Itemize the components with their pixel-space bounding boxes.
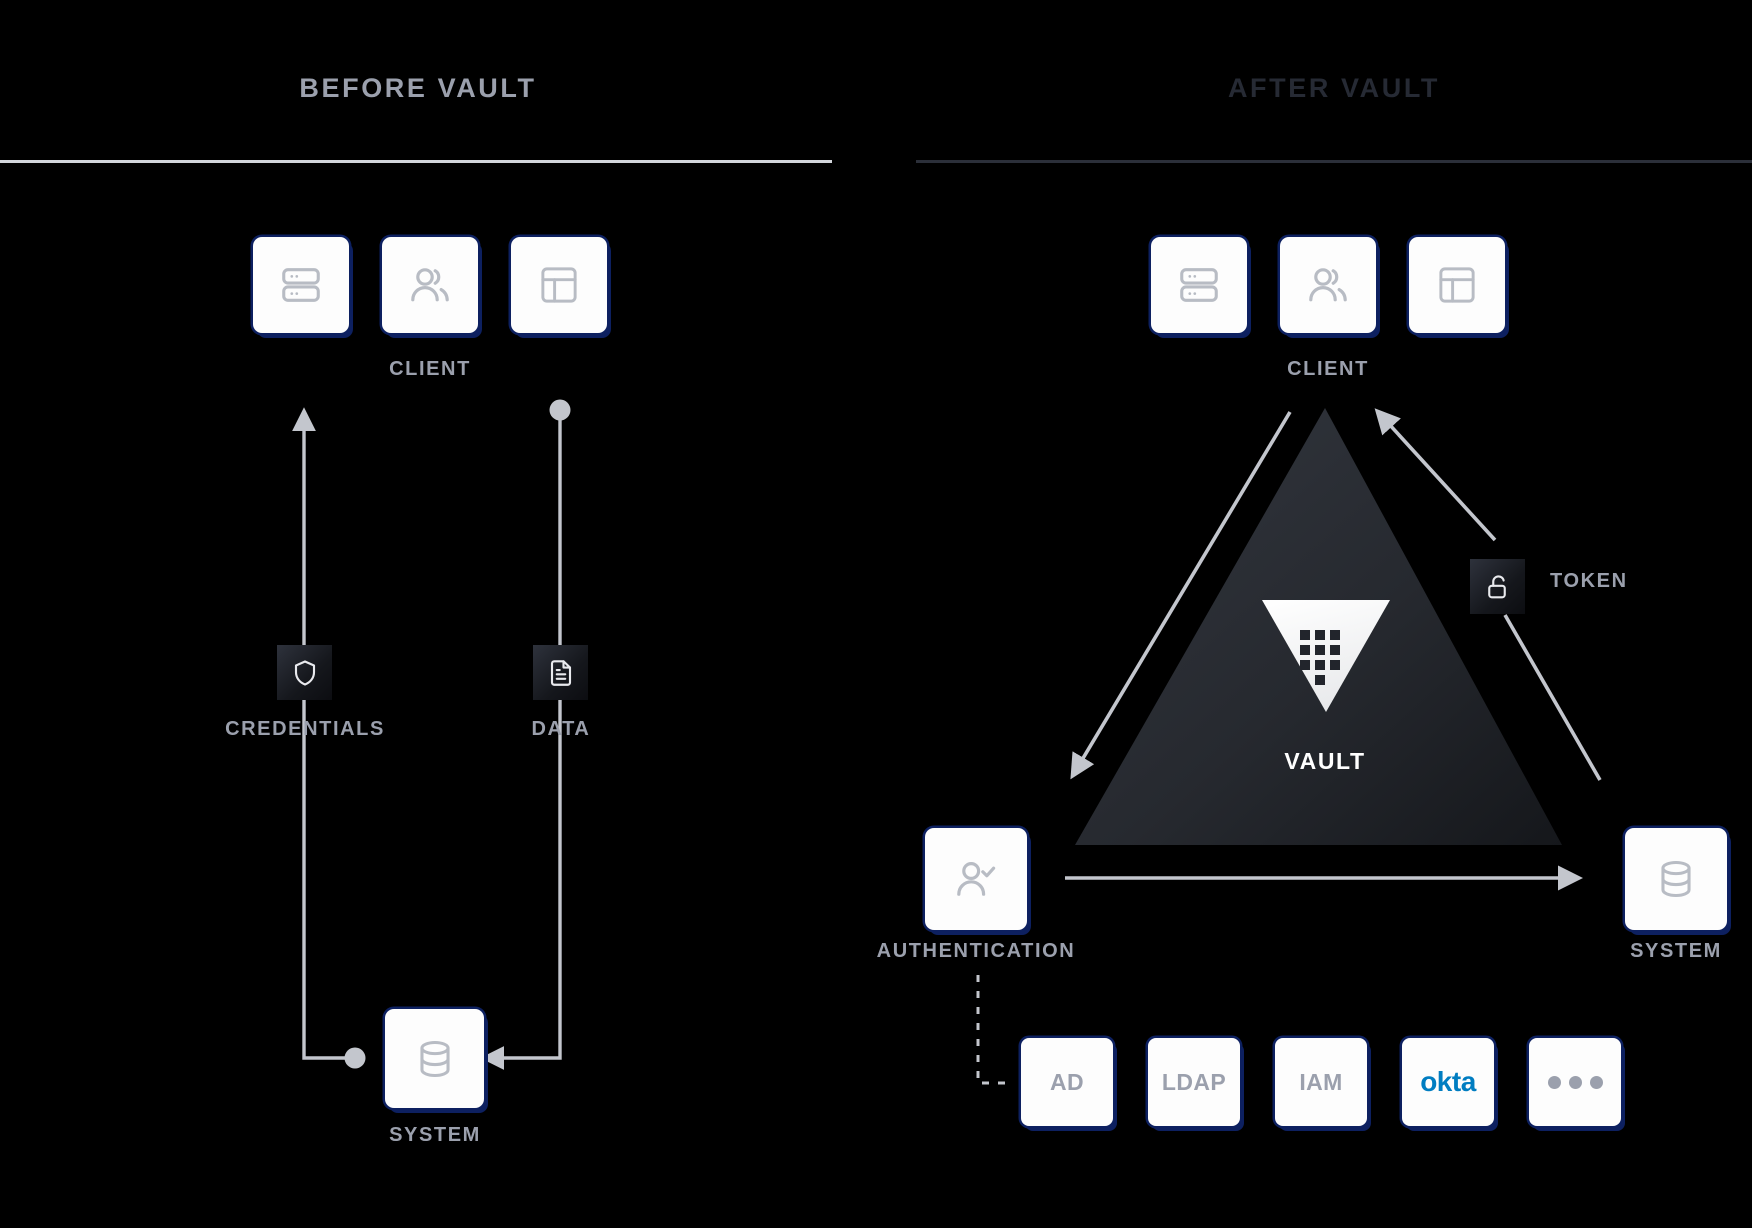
ellipsis-icon	[1547, 1075, 1603, 1089]
provider-label: IAM	[1299, 1068, 1343, 1095]
provider-chip-okta[interactable]: okta	[1402, 1038, 1494, 1126]
before-client-card-server[interactable]	[253, 237, 349, 333]
dashboard-layout-icon	[541, 267, 577, 303]
okta-logo: okta	[1420, 1066, 1476, 1097]
before-client-card-dashboard[interactable]	[511, 237, 607, 333]
server-stack-icon	[1180, 268, 1218, 302]
provider-chip-iam[interactable]: IAM	[1275, 1038, 1367, 1126]
users-icon	[411, 268, 449, 302]
after-system-card[interactable]	[1625, 828, 1727, 930]
database-icon	[419, 1040, 450, 1077]
authentication-card[interactable]	[925, 828, 1027, 930]
before-system-label: SYSTEM	[389, 1124, 481, 1146]
token-label: TOKEN	[1550, 570, 1628, 592]
provider-chip-ad[interactable]: AD	[1021, 1038, 1113, 1126]
token-badge	[1470, 559, 1525, 614]
before-client-card-users[interactable]	[382, 237, 478, 333]
after-client-card-dashboard[interactable]	[1409, 237, 1505, 333]
provider-label: LDAP	[1161, 1068, 1227, 1095]
data-badge	[533, 645, 588, 700]
user-check-icon	[957, 862, 996, 896]
document-icon	[550, 659, 571, 686]
before-system-card[interactable]	[385, 1009, 484, 1108]
data-label: DATA	[531, 718, 591, 740]
server-stack-icon	[282, 268, 320, 302]
credentials-badge	[277, 645, 332, 700]
shield-icon	[294, 659, 315, 686]
vault-label: VAULT	[1284, 748, 1366, 774]
unlocked-padlock-icon	[1487, 574, 1506, 598]
dashboard-layout-icon	[1439, 267, 1475, 303]
after-client-card-users[interactable]	[1280, 237, 1376, 333]
database-icon	[1661, 860, 1691, 898]
provider-chip-more[interactable]	[1529, 1038, 1621, 1126]
provider-label: AD	[1049, 1068, 1085, 1095]
before-client-label: CLIENT	[389, 358, 471, 380]
after-system-label: SYSTEM	[1630, 940, 1722, 962]
provider-chip-ldap[interactable]: LDAP	[1148, 1038, 1240, 1126]
users-icon	[1309, 268, 1347, 302]
authentication-label: AUTHENTICATION	[876, 940, 1076, 962]
credentials-label: CREDENTIALS	[225, 718, 385, 740]
divider-before	[0, 160, 832, 163]
after-client-label: CLIENT	[1287, 358, 1369, 380]
section-title-before: BEFORE VAULT	[299, 73, 537, 103]
after-client-card-server[interactable]	[1151, 237, 1247, 333]
section-title-after: AFTER VAULT	[1227, 73, 1441, 103]
divider-after	[916, 160, 1752, 163]
diagram-canvas: BEFORE VAULT AFTER VAULT CLIENT CREDENTI…	[0, 0, 1752, 1228]
